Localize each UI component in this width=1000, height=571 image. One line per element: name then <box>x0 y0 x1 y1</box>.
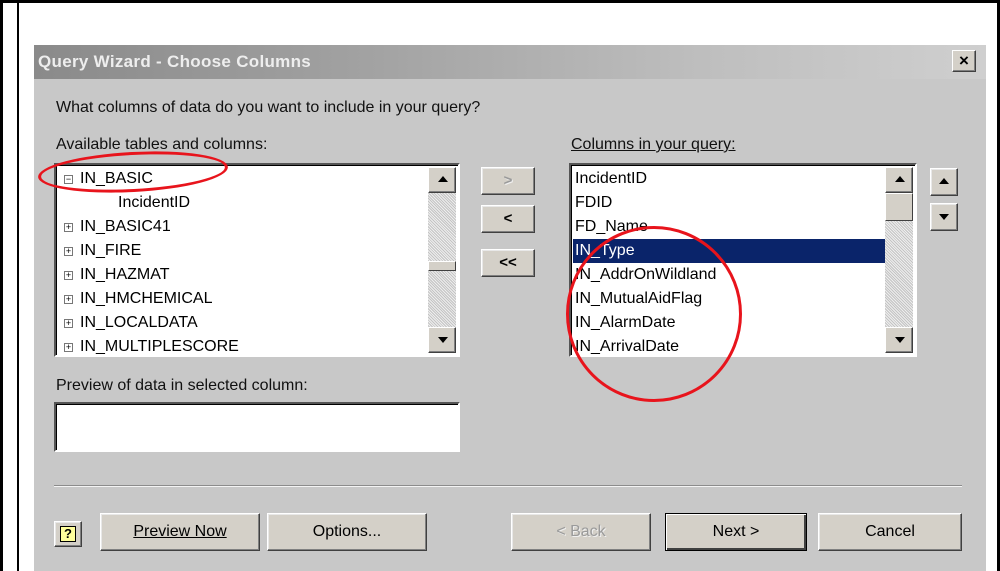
arrow-up-icon <box>895 176 905 182</box>
query-scroll-up-button[interactable] <box>885 167 913 193</box>
query-scroll-thumb[interactable] <box>885 193 913 221</box>
list-item-label: IN_MULTIPLESCORE <box>80 338 239 355</box>
arrow-down-icon <box>438 337 448 343</box>
arrow-up-icon <box>939 178 949 184</box>
next-button[interactable]: Next > <box>665 513 807 551</box>
expand-plus-icon[interactable]: + <box>64 319 73 328</box>
list-item[interactable]: + IN_BASIC41 <box>64 215 171 239</box>
query-column-item[interactable]: IN_ArrivalDate <box>575 335 679 355</box>
expand-plus-icon[interactable]: + <box>64 271 73 280</box>
available-scrollbar[interactable] <box>428 167 456 353</box>
remove-column-button[interactable]: < <box>481 205 535 233</box>
dialog-separator <box>54 485 962 487</box>
options-button[interactable]: Options... <box>267 513 427 551</box>
list-item-label: IN_HMCHEMICAL <box>80 290 213 307</box>
add-column-button[interactable]: > <box>481 167 535 195</box>
query-column-item[interactable]: IN_AddrOnWildland <box>575 263 716 287</box>
expand-plus-icon[interactable]: + <box>64 295 73 304</box>
scroll-down-button[interactable] <box>428 327 456 353</box>
list-item[interactable]: + IN_MULTIPLESCORE <box>64 335 239 355</box>
list-item[interactable]: + IN_FIRE <box>64 239 142 263</box>
preview-field[interactable] <box>54 402 460 452</box>
expand-plus-icon[interactable]: + <box>64 343 73 352</box>
preview-now-label: Preview Now <box>133 523 227 540</box>
move-down-button[interactable] <box>930 203 958 231</box>
back-button[interactable]: < Back <box>511 513 651 551</box>
remove-all-columns-button[interactable]: << <box>481 249 535 277</box>
frame-divider <box>17 0 19 571</box>
list-item-label: IncidentID <box>118 194 191 211</box>
expand-plus-icon[interactable]: + <box>64 223 73 232</box>
list-item-label: IN_FIRE <box>80 242 142 259</box>
query-column-item[interactable]: FD_Name <box>575 215 648 239</box>
arrow-down-icon <box>895 337 905 343</box>
help-icon: ? <box>60 526 76 542</box>
window-title: Query Wizard - Choose Columns <box>38 52 312 71</box>
list-item[interactable]: − IN_BASIC <box>64 167 153 191</box>
query-column-item[interactable]: IncidentID <box>575 167 647 191</box>
prompt-text: What columns of data do you want to incl… <box>56 99 481 116</box>
close-button[interactable]: × <box>952 50 976 72</box>
query-wizard-dialog: Query Wizard - Choose Columns × What col… <box>34 45 986 571</box>
list-item[interactable]: + IN_HAZMAT <box>64 263 170 287</box>
query-scrollbar[interactable] <box>885 167 913 353</box>
title-bar[interactable]: Query Wizard - Choose Columns × <box>34 45 986 79</box>
scroll-up-button[interactable] <box>428 167 456 193</box>
list-item-label: IN_BASIC41 <box>80 218 171 235</box>
list-item[interactable]: IncidentID <box>118 191 190 215</box>
list-item[interactable]: + IN_LOCALDATA <box>64 311 198 335</box>
query-columns-label-accel: Columns in your query: <box>571 136 736 153</box>
available-tables-list[interactable]: − IN_BASIC IncidentID + IN_BASIC41 + IN_FIRE + I… <box>54 163 460 357</box>
scroll-thumb[interactable] <box>428 261 456 271</box>
query-scroll-down-button[interactable] <box>885 327 913 353</box>
query-column-item[interactable]: IN_MutualAidFlag <box>575 287 702 311</box>
collapse-minus-icon[interactable]: − <box>64 175 73 184</box>
expand-plus-icon[interactable]: + <box>64 247 73 256</box>
query-column-item[interactable]: IN_AlarmDate <box>575 311 675 335</box>
move-up-button[interactable] <box>930 168 958 196</box>
help-button[interactable]: ? <box>54 521 82 547</box>
query-column-item[interactable]: FDID <box>575 191 612 215</box>
list-item-label: IN_BASIC <box>80 170 153 187</box>
query-columns-list[interactable]: IncidentID FDID FD_Name IN_Type IN_AddrOnWil… <box>569 163 917 357</box>
arrow-up-icon <box>438 176 448 182</box>
preview-now-button[interactable]: Preview Now <box>100 513 260 551</box>
list-item-label: IN_LOCALDATA <box>80 314 198 331</box>
available-label: Available tables and columns: <box>56 136 268 153</box>
cancel-button[interactable]: Cancel <box>818 513 962 551</box>
query-column-item[interactable]: IN_Type <box>573 239 889 263</box>
options-label: Options... <box>312 523 382 540</box>
list-item[interactable]: + IN_HMCHEMICAL <box>64 287 213 311</box>
query-columns-label: Columns in your query: <box>571 136 736 154</box>
arrow-down-icon <box>939 214 949 220</box>
preview-label: Preview of data in selected column: <box>56 377 308 394</box>
list-item-label: IN_HAZMAT <box>80 266 170 283</box>
